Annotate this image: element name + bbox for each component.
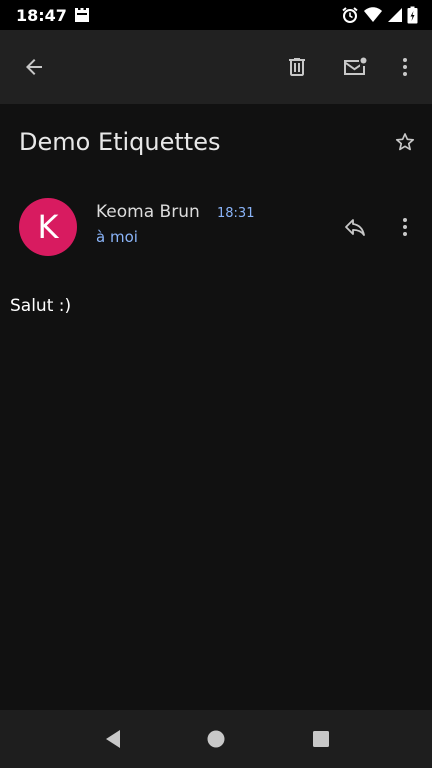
status-icons xyxy=(341,6,418,24)
nav-back-button[interactable] xyxy=(93,719,133,759)
nav-recents-button[interactable] xyxy=(301,719,341,759)
system-nav-bar xyxy=(0,710,432,768)
mark-unread-button[interactable] xyxy=(335,47,375,87)
status-time: 18:47 xyxy=(16,6,67,25)
more-vert-icon xyxy=(403,58,407,76)
alarm-icon xyxy=(342,7,358,23)
delete-icon xyxy=(289,58,305,76)
back-arrow-icon xyxy=(26,59,42,75)
email-body: Salut :) xyxy=(10,296,72,316)
message-more-button[interactable] xyxy=(385,207,425,247)
star-button[interactable] xyxy=(385,122,425,162)
more-vert-icon xyxy=(403,218,407,236)
app-bar xyxy=(0,30,432,104)
battery-icon xyxy=(407,6,418,24)
notification-icon xyxy=(75,8,89,22)
screen: 18:47 Demo Etiquettes K Keoma Brun 18:31… xyxy=(0,0,432,768)
email-time: 18:31 xyxy=(217,206,255,221)
status-bar: 18:47 xyxy=(0,0,432,30)
signal-icon xyxy=(388,8,402,22)
sender-name: Keoma Brun xyxy=(96,202,200,222)
email-subject: Demo Etiquettes xyxy=(19,128,221,156)
delete-button[interactable] xyxy=(277,47,317,87)
reply-icon xyxy=(345,219,365,236)
reply-button[interactable] xyxy=(335,207,375,247)
recipient-details[interactable]: à moi xyxy=(96,228,138,246)
back-triangle-icon xyxy=(106,730,120,748)
home-circle-icon xyxy=(207,730,225,748)
recents-square-icon xyxy=(313,731,329,747)
sender-avatar[interactable]: K xyxy=(19,198,77,256)
back-button[interactable] xyxy=(14,47,54,87)
wifi-icon xyxy=(364,7,382,22)
nav-home-button[interactable] xyxy=(196,719,236,759)
mark-unread-icon xyxy=(344,57,367,75)
more-options-button[interactable] xyxy=(385,47,425,87)
star-outline-icon xyxy=(395,133,415,151)
